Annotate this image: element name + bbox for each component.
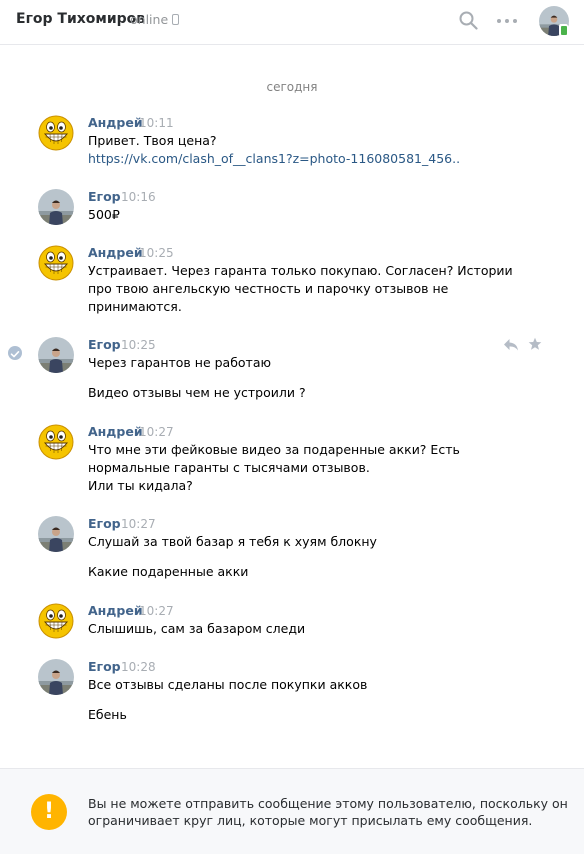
message-time: 10:27 [139, 604, 174, 618]
message-text: Устраивает. Через гаранта только покупаю… [88, 263, 513, 278]
smiley-avatar[interactable] [38, 603, 74, 639]
message-author[interactable]: Егор [88, 516, 121, 531]
contact-name[interactable]: Егор Тихомиров [16, 11, 145, 27]
message-text: Или ты кидала? [88, 478, 193, 493]
message-text: Все отзывы сделаны после покупки акков [88, 677, 368, 692]
message-link[interactable]: https://vk.com/clash_of__clans1?z=photo-… [88, 150, 508, 168]
online-status: online [130, 12, 169, 27]
chat-header: Егор Тихомиров online [0, 0, 584, 45]
user-avatar[interactable] [38, 337, 74, 373]
message-time: 10:11 [139, 116, 174, 130]
message-text: Что мне эти фейковые видео за подаренные… [88, 442, 460, 457]
message-author[interactable]: Андрей [88, 603, 143, 618]
message-text: принимаются. [88, 299, 182, 314]
warning-icon: ! [31, 794, 67, 830]
message-time: 10:27 [121, 517, 156, 531]
blocked-notice-text: Вы не можете отправить сообщение этому п… [88, 795, 568, 829]
message-time: 10:25 [121, 338, 156, 352]
message-text: 500₽ [88, 207, 120, 222]
smiley-avatar[interactable] [38, 115, 74, 151]
message-text: Слушай за твой базар я тебя к хуям блокн… [88, 534, 377, 549]
online-indicator-icon [559, 24, 568, 36]
user-avatar[interactable] [38, 189, 74, 225]
message-text: нормальные гаранты с тысячами отзывов. [88, 460, 370, 475]
more-options-icon[interactable] [497, 19, 519, 25]
message-time: 10:27 [139, 425, 174, 439]
star-icon[interactable] [528, 337, 542, 351]
message-text: Привет. Твоя цена? [88, 133, 217, 148]
user-avatar[interactable] [38, 659, 74, 695]
message-time: 10:16 [121, 190, 156, 204]
message-select-icon[interactable] [8, 346, 22, 360]
message-text: Слышишь, сам за базаром следи [88, 621, 306, 636]
message-text: Через гарантов не работаю [88, 355, 272, 370]
message-author[interactable]: Андрей [88, 245, 143, 260]
message-author[interactable]: Егор [88, 659, 121, 674]
blocked-notice-panel: ! Вы не можете отправить сообщение этому… [0, 768, 584, 854]
date-separator: сегодня [266, 80, 318, 94]
smiley-avatar[interactable] [38, 245, 74, 281]
message-text: про твою ангельскую честность и парочку … [88, 281, 449, 296]
smiley-avatar[interactable] [38, 424, 74, 460]
user-avatar[interactable] [38, 516, 74, 552]
message-author[interactable]: Андрей [88, 424, 143, 439]
mobile-icon [172, 14, 179, 25]
message-author[interactable]: Егор [88, 337, 121, 352]
reply-icon[interactable] [503, 338, 519, 352]
message-text: Какие подаренные акки [88, 564, 249, 579]
message-text: Видео отзывы чем не устроили ? [88, 385, 306, 400]
message-time: 10:25 [139, 246, 174, 260]
message-author[interactable]: Андрей [88, 115, 143, 130]
notice-line: Вы не можете отправить сообщение этому п… [88, 796, 568, 811]
message-author[interactable]: Егор [88, 189, 121, 204]
notice-line: ограничивает круг лиц, которые могут при… [88, 813, 533, 828]
message-text: Ебень [88, 707, 127, 722]
search-icon[interactable] [459, 11, 478, 30]
message-time: 10:28 [121, 660, 156, 674]
